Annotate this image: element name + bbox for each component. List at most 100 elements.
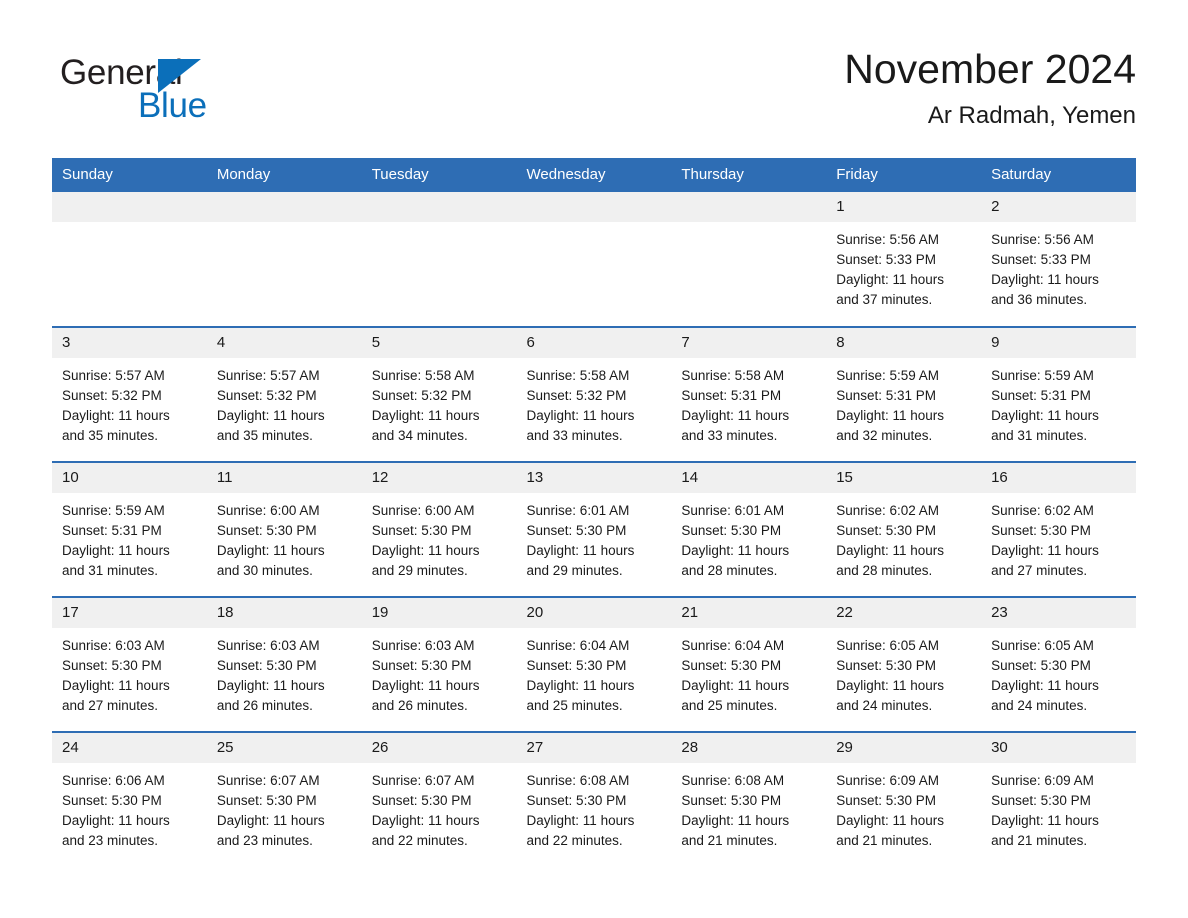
calendar-day-cell[interactable]: 22 Sunrise: 6:05 AM Sunset: 5:30 PM Dayligh… xyxy=(826,596,982,732)
sunrise-text: Sunrise: 6:03 AM xyxy=(371,638,475,653)
calendar-day-cell-empty xyxy=(206,192,362,327)
calendar-day-cell[interactable]: 21 Sunrise: 6:04 AM Sunset: 5:30 PM Dayligh… xyxy=(671,596,827,732)
calendar-day-cell[interactable]: 6 Sunrise: 5:58 AM Sunset: 5:32 PM Daylight… xyxy=(516,326,672,462)
sunrise-text: Sunrise: 6:05 AM xyxy=(836,638,940,653)
weekday-header-monday: Monday xyxy=(206,158,362,192)
calendar-day-cell[interactable]: 24 Sunrise: 6:06 AM Sunset: 5:30 PM Dayligh… xyxy=(52,731,207,867)
day-details: Sunrise: 6:02 AM Sunset: 5:30 PM Daylight:… xyxy=(826,493,981,581)
sunrise-text: Sunrise: 6:01 AM xyxy=(681,503,785,518)
sunset-text: Sunset: 5:31 PM xyxy=(836,388,937,403)
day-details: Sunrise: 6:09 AM Sunset: 5:30 PM Daylight:… xyxy=(826,763,981,851)
sunset-text: Sunset: 5:32 PM xyxy=(216,388,317,403)
calendar-day-cell[interactable]: 9 Sunrise: 5:59 AM Sunset: 5:31 PM Daylight… xyxy=(981,326,1136,462)
calendar-day-cell[interactable]: 7 Sunrise: 5:58 AM Sunset: 5:31 PM Daylight… xyxy=(671,326,827,462)
general-blue-logo: General Blue xyxy=(60,52,350,132)
day-number: 21 xyxy=(671,598,827,628)
sunrise-text: Sunrise: 5:58 AM xyxy=(526,368,630,383)
daylight-text-cont: and 28 minutes. xyxy=(681,563,778,578)
sunset-text: Sunset: 5:33 PM xyxy=(991,252,1091,267)
calendar-day-cell[interactable]: 14 Sunrise: 6:01 AM Sunset: 5:30 PM Dayligh… xyxy=(671,461,827,597)
daylight-text-cont: and 29 minutes. xyxy=(526,563,623,578)
daylight-text: Daylight: 11 hours xyxy=(991,408,1099,423)
daylight-text: Daylight: 11 hours xyxy=(836,408,945,423)
day-number: 19 xyxy=(361,598,517,628)
sunrise-text: Sunrise: 6:04 AM xyxy=(681,638,785,653)
day-number: 8 xyxy=(826,328,982,358)
calendar-day-cell[interactable]: 25 Sunrise: 6:07 AM Sunset: 5:30 PM Dayligh… xyxy=(206,731,362,867)
sunset-text: Sunset: 5:30 PM xyxy=(991,793,1091,808)
day-number: 25 xyxy=(206,733,362,763)
page-header: General Blue November 2024 Ar Radmah, Ye… xyxy=(52,44,1136,154)
day-details xyxy=(207,222,362,230)
day-details: Sunrise: 5:56 AM Sunset: 5:33 PM Daylight:… xyxy=(981,222,1136,310)
day-number: 24 xyxy=(52,733,207,763)
daylight-text-cont: and 36 minutes. xyxy=(991,292,1088,307)
day-number: 3 xyxy=(52,328,207,358)
daylight-text-cont: and 28 minutes. xyxy=(836,563,933,578)
daylight-text-cont: and 22 minutes. xyxy=(526,833,623,848)
calendar-day-cell[interactable]: 29 Sunrise: 6:09 AM Sunset: 5:30 PM Dayligh… xyxy=(826,731,982,867)
day-details xyxy=(52,222,207,230)
day-details: Sunrise: 6:01 AM Sunset: 5:30 PM Daylight:… xyxy=(671,493,826,581)
calendar-day-cell[interactable]: 17 Sunrise: 6:03 AM Sunset: 5:30 PM Dayligh… xyxy=(52,596,207,732)
calendar-day-cell[interactable]: 13 Sunrise: 6:01 AM Sunset: 5:30 PM Dayligh… xyxy=(516,461,672,597)
calendar-day-cell[interactable]: 18 Sunrise: 6:03 AM Sunset: 5:30 PM Dayligh… xyxy=(206,596,362,732)
sunset-text: Sunset: 5:31 PM xyxy=(62,523,162,538)
day-details: Sunrise: 6:02 AM Sunset: 5:30 PM Daylight:… xyxy=(981,493,1136,581)
calendar-day-cell[interactable]: 16 Sunrise: 6:02 AM Sunset: 5:30 PM Dayligh… xyxy=(981,461,1136,597)
sunrise-text: Sunrise: 6:07 AM xyxy=(371,773,475,788)
day-details: Sunrise: 6:08 AM Sunset: 5:30 PM Daylight:… xyxy=(671,763,826,851)
sunrise-text: Sunrise: 5:58 AM xyxy=(681,368,785,383)
sunset-text: Sunset: 5:31 PM xyxy=(991,388,1091,403)
daylight-text: Daylight: 11 hours xyxy=(216,813,325,828)
day-details: Sunrise: 6:00 AM Sunset: 5:30 PM Daylight:… xyxy=(362,493,517,581)
daylight-text-cont: and 27 minutes. xyxy=(62,698,159,713)
calendar-day-cell[interactable]: 23 Sunrise: 6:05 AM Sunset: 5:30 PM Dayligh… xyxy=(981,596,1136,732)
daylight-text-cont: and 35 minutes. xyxy=(62,428,159,443)
calendar-day-cell[interactable]: 8 Sunrise: 5:59 AM Sunset: 5:31 PM Daylight… xyxy=(826,326,982,462)
calendar-day-cell[interactable]: 5 Sunrise: 5:58 AM Sunset: 5:32 PM Daylight… xyxy=(361,326,517,462)
sunrise-text: Sunrise: 6:03 AM xyxy=(62,638,165,653)
calendar-day-cell[interactable]: 26 Sunrise: 6:07 AM Sunset: 5:30 PM Dayligh… xyxy=(361,731,517,867)
sunrise-text: Sunrise: 6:06 AM xyxy=(62,773,165,788)
calendar-week-row: 10 Sunrise: 5:59 AM Sunset: 5:31 PM Dayligh… xyxy=(52,461,1136,597)
calendar-day-cell[interactable]: 3 Sunrise: 5:57 AM Sunset: 5:32 PM Daylight… xyxy=(52,326,207,462)
calendar-day-cell[interactable]: 15 Sunrise: 6:02 AM Sunset: 5:30 PM Dayligh… xyxy=(826,461,982,597)
daylight-text-cont: and 26 minutes. xyxy=(216,698,313,713)
day-number: 30 xyxy=(981,733,1136,763)
daylight-text: Daylight: 11 hours xyxy=(681,813,790,828)
daylight-text-cont: and 31 minutes. xyxy=(62,563,159,578)
day-number xyxy=(361,192,517,222)
calendar-day-cell[interactable]: 20 Sunrise: 6:04 AM Sunset: 5:30 PM Dayligh… xyxy=(516,596,672,732)
day-details: Sunrise: 6:04 AM Sunset: 5:30 PM Daylight:… xyxy=(517,628,672,716)
sunset-text: Sunset: 5:30 PM xyxy=(836,793,937,808)
calendar-day-cell[interactable]: 12 Sunrise: 6:00 AM Sunset: 5:30 PM Dayligh… xyxy=(361,461,517,597)
calendar-day-cell[interactable]: 4 Sunrise: 5:57 AM Sunset: 5:32 PM Daylight… xyxy=(206,326,362,462)
daylight-text: Daylight: 11 hours xyxy=(371,813,480,828)
day-details: Sunrise: 6:06 AM Sunset: 5:30 PM Daylight:… xyxy=(52,763,207,851)
day-number: 11 xyxy=(206,463,362,493)
calendar-day-cell[interactable]: 11 Sunrise: 6:00 AM Sunset: 5:30 PM Dayligh… xyxy=(206,461,362,597)
calendar-day-cell[interactable]: 30 Sunrise: 6:09 AM Sunset: 5:30 PM Dayligh… xyxy=(981,731,1136,867)
sunset-text: Sunset: 5:30 PM xyxy=(836,523,937,538)
calendar-day-cell[interactable]: 27 Sunrise: 6:08 AM Sunset: 5:30 PM Dayligh… xyxy=(516,731,672,867)
calendar-day-cell[interactable]: 10 Sunrise: 5:59 AM Sunset: 5:31 PM Dayligh… xyxy=(52,461,207,597)
daylight-text: Daylight: 11 hours xyxy=(62,408,170,423)
daylight-text: Daylight: 11 hours xyxy=(836,678,945,693)
calendar-day-cell[interactable]: 1 Sunrise: 5:56 AM Sunset: 5:33 PM Daylight… xyxy=(826,192,982,327)
day-details: Sunrise: 6:05 AM Sunset: 5:30 PM Daylight:… xyxy=(981,628,1136,716)
day-details: Sunrise: 5:58 AM Sunset: 5:32 PM Daylight:… xyxy=(517,358,672,446)
day-details xyxy=(671,222,826,230)
calendar-table: Sunday Monday Tuesday Wednesday Thursday… xyxy=(52,158,1136,867)
calendar-day-cell[interactable]: 19 Sunrise: 6:03 AM Sunset: 5:30 PM Dayligh… xyxy=(361,596,517,732)
sunset-text: Sunset: 5:30 PM xyxy=(371,793,472,808)
day-details xyxy=(517,222,672,230)
day-details: Sunrise: 6:03 AM Sunset: 5:30 PM Daylight:… xyxy=(362,628,517,716)
calendar-day-cell-empty xyxy=(52,192,207,327)
sunrise-text: Sunrise: 5:59 AM xyxy=(62,503,165,518)
daylight-text: Daylight: 11 hours xyxy=(371,408,480,423)
sunrise-text: Sunrise: 6:09 AM xyxy=(836,773,940,788)
calendar-day-cell[interactable]: 28 Sunrise: 6:08 AM Sunset: 5:30 PM Dayligh… xyxy=(671,731,827,867)
calendar-day-cell[interactable]: 2 Sunrise: 5:56 AM Sunset: 5:33 PM Daylight… xyxy=(981,192,1136,327)
daylight-text-cont: and 21 minutes. xyxy=(991,833,1088,848)
